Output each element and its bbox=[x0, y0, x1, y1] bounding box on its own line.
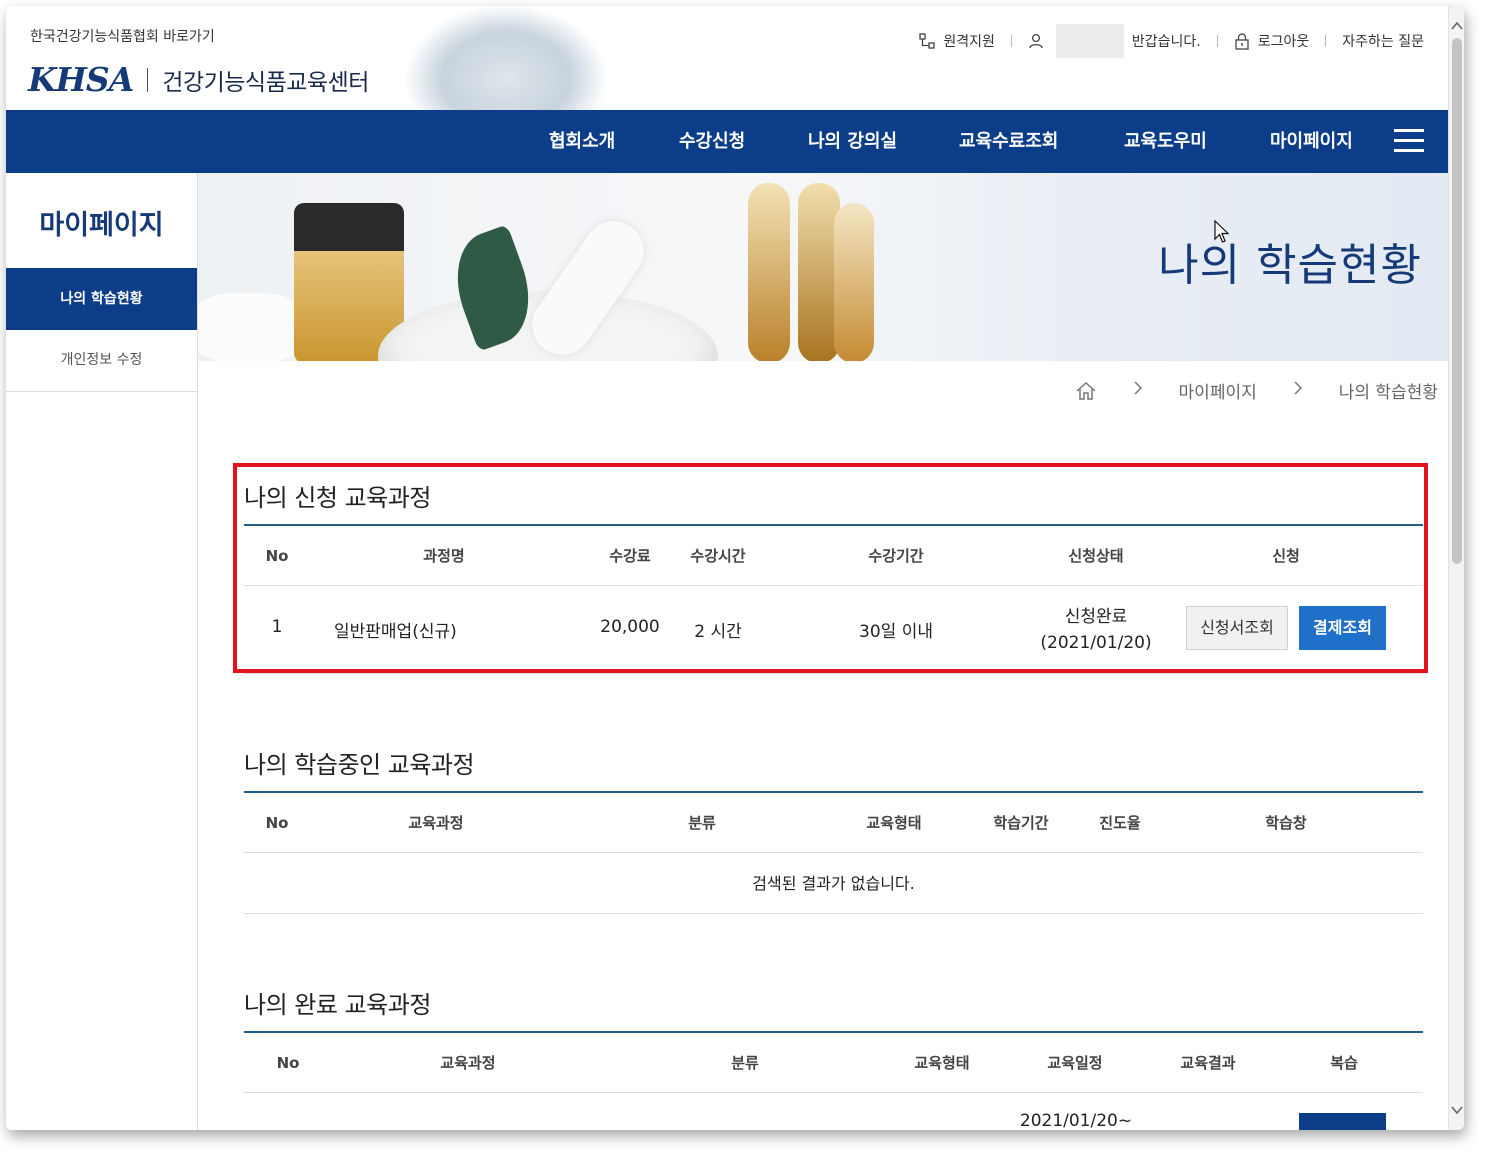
user-greeting: 반갑습니다. bbox=[1028, 24, 1201, 58]
col-apply: 신청 bbox=[1272, 547, 1300, 565]
remote-support-link[interactable]: 원격지원 bbox=[919, 31, 995, 51]
logout-label: 로그아웃 bbox=[1257, 34, 1310, 50]
col-format: 교육형태 bbox=[866, 814, 922, 832]
scroll-down-icon[interactable] bbox=[1449, 1104, 1464, 1120]
main-navigation: 협회소개 수강신청 나의 강의실 교육수료조회 교육도우미 마이페이지 bbox=[6, 110, 1448, 173]
table-header: No 과정명 수강료 수강시간 수강기간 신청상태 신청 bbox=[244, 526, 1423, 586]
col-category: 분류 bbox=[731, 1054, 759, 1072]
nav-item-about[interactable]: 협회소개 bbox=[549, 110, 615, 173]
col-progress: 진도율 bbox=[1099, 814, 1141, 832]
col-no: No bbox=[265, 814, 289, 832]
faq-label: 자주하는 질문 bbox=[1342, 34, 1424, 50]
banner-ampoule-image bbox=[834, 203, 874, 361]
association-link[interactable]: 한국건강기능식품협회 바로가기 bbox=[30, 26, 215, 46]
sidebar-item-edit-profile[interactable]: 개인정보 수정 bbox=[6, 330, 197, 392]
nav-item-mypage[interactable]: 마이페이지 bbox=[1270, 110, 1353, 173]
logo-divider bbox=[147, 67, 149, 92]
row-period: 30일 이내 bbox=[859, 622, 933, 642]
faq-link[interactable]: 자주하는 질문 bbox=[1342, 31, 1424, 51]
sidebar-item-learning-status[interactable]: 나의 학습현황 bbox=[6, 268, 197, 330]
logo-text: 건강기능식품교육센터 bbox=[162, 69, 369, 96]
banner-ampoule-image bbox=[748, 183, 790, 361]
col-course: 교육과정 bbox=[440, 1054, 496, 1072]
in-progress-courses-table: No 교육과정 분류 교육형태 학습기간 진도율 학습창 검색된 결과가 없습니… bbox=[244, 791, 1423, 914]
menu-icon[interactable] bbox=[1394, 129, 1424, 153]
col-format: 교육형태 bbox=[914, 1054, 970, 1072]
section-title-completed: 나의 완료 교육과정 bbox=[244, 991, 431, 1019]
masked-username bbox=[1055, 24, 1124, 58]
nav-item-enroll[interactable]: 수강신청 bbox=[679, 110, 745, 173]
nav-item-my-classroom[interactable]: 나의 강의실 bbox=[808, 110, 897, 173]
col-study-window: 학습창 bbox=[1265, 814, 1307, 832]
site-logo[interactable]: KHSA 건강기능식품교육센터 bbox=[28, 60, 369, 99]
logout-link[interactable]: 로그아웃 bbox=[1234, 31, 1310, 51]
table-row: 1 일반판매업(신규) 20,000 2 시간 30일 이내 신청완료 (202… bbox=[244, 586, 1423, 674]
nav-item-completion-lookup[interactable]: 교육수료조회 bbox=[959, 110, 1058, 173]
row-hours: 2 시간 bbox=[694, 622, 742, 642]
utility-menu: 원격지원 반갑습니다. 로그아웃 자주하는 질문 bbox=[919, 24, 1424, 58]
table-header: No 교육과정 분류 교육형태 학습기간 진도율 학습창 bbox=[244, 793, 1423, 853]
table-header: No 교육과정 분류 교육형태 교육일정 교육결과 복습 bbox=[244, 1033, 1423, 1093]
divider bbox=[1216, 35, 1218, 47]
scroll-up-icon[interactable] bbox=[1449, 20, 1464, 36]
chevron-right-icon bbox=[1133, 380, 1143, 401]
logo-mark: KHSA bbox=[28, 60, 134, 99]
section-title-applied: 나의 신청 교육과정 bbox=[244, 484, 431, 512]
row-status-date: (2021/01/20) bbox=[1040, 633, 1152, 653]
mouse-cursor-icon bbox=[1214, 219, 1230, 248]
sidebar: 마이페이지 나의 학습현황 개인정보 수정 bbox=[6, 173, 198, 1130]
col-category: 분류 bbox=[688, 814, 716, 832]
col-review: 복습 bbox=[1330, 1054, 1358, 1072]
section-title-in-progress: 나의 학습중인 교육과정 bbox=[244, 751, 475, 779]
scroll-thumb[interactable] bbox=[1452, 38, 1462, 564]
nav-item-help[interactable]: 교육도우미 bbox=[1124, 110, 1207, 173]
col-study-period: 학습기간 bbox=[993, 814, 1049, 832]
divider bbox=[1010, 35, 1012, 47]
home-icon[interactable] bbox=[1075, 381, 1097, 401]
remote-support-icon bbox=[919, 33, 935, 49]
lock-icon bbox=[1234, 32, 1250, 50]
review-button[interactable] bbox=[1299, 1113, 1386, 1130]
header-bottle-image bbox=[406, 6, 606, 110]
payment-inquiry-button[interactable]: 결제조회 bbox=[1299, 606, 1386, 650]
row-course-name: 일반판매업(신규) bbox=[334, 622, 457, 642]
browser-window: 한국건강기능식품협회 바로가기 KHSA 건강기능식품교육센터 원격지원 반갑습… bbox=[6, 6, 1464, 1130]
chevron-right-icon bbox=[1293, 380, 1303, 401]
view-application-button[interactable]: 신청서조회 bbox=[1186, 606, 1288, 650]
table-row: 2021/01/20~ bbox=[244, 1093, 1423, 1130]
row-fee: 20,000 bbox=[600, 617, 660, 637]
row-status: 신청완료 bbox=[1064, 607, 1128, 627]
empty-result-message: 검색된 결과가 없습니다. bbox=[244, 853, 1423, 914]
col-result: 교육결과 bbox=[1180, 1054, 1236, 1072]
col-status: 신청상태 bbox=[1068, 547, 1124, 565]
col-course-name: 과정명 bbox=[423, 547, 465, 565]
greeting-label: 반갑습니다. bbox=[1131, 34, 1201, 50]
completed-courses-table: No 교육과정 분류 교육형태 교육일정 교육결과 복습 2021/01/20~ bbox=[244, 1031, 1423, 1130]
col-no: No bbox=[276, 1054, 300, 1072]
col-period: 수강기간 bbox=[868, 547, 924, 565]
col-fee: 수강료 bbox=[609, 547, 651, 565]
breadcrumb-item-mypage[interactable]: 마이페이지 bbox=[1179, 378, 1257, 403]
row-schedule: 2021/01/20~ bbox=[1019, 1111, 1133, 1130]
page-title: 나의 학습현황 bbox=[1158, 240, 1422, 291]
top-header: 한국건강기능식품협회 바로가기 KHSA 건강기능식품교육센터 원격지원 반갑습… bbox=[6, 6, 1448, 110]
col-course: 교육과정 bbox=[408, 814, 464, 832]
remote-support-label: 원격지원 bbox=[943, 34, 995, 50]
applied-courses-table: No 과정명 수강료 수강시간 수강기간 신청상태 신청 1 일반판매업(신규)… bbox=[244, 524, 1423, 674]
scrollbar[interactable] bbox=[1448, 6, 1464, 1130]
banner-pills-image bbox=[198, 293, 308, 361]
col-no: No bbox=[265, 547, 289, 565]
col-schedule: 교육일정 bbox=[1047, 1054, 1103, 1072]
row-no: 1 bbox=[271, 617, 283, 637]
col-hours: 수강시간 bbox=[690, 547, 746, 565]
sidebar-title: 마이페이지 bbox=[39, 210, 164, 241]
page-banner: 나의 학습현황 bbox=[198, 173, 1448, 361]
breadcrumb-item-current: 나의 학습현황 bbox=[1338, 383, 1438, 403]
divider bbox=[1325, 35, 1327, 47]
user-icon bbox=[1028, 33, 1044, 49]
breadcrumb: 마이페이지 나의 학습현황 bbox=[1075, 378, 1438, 403]
